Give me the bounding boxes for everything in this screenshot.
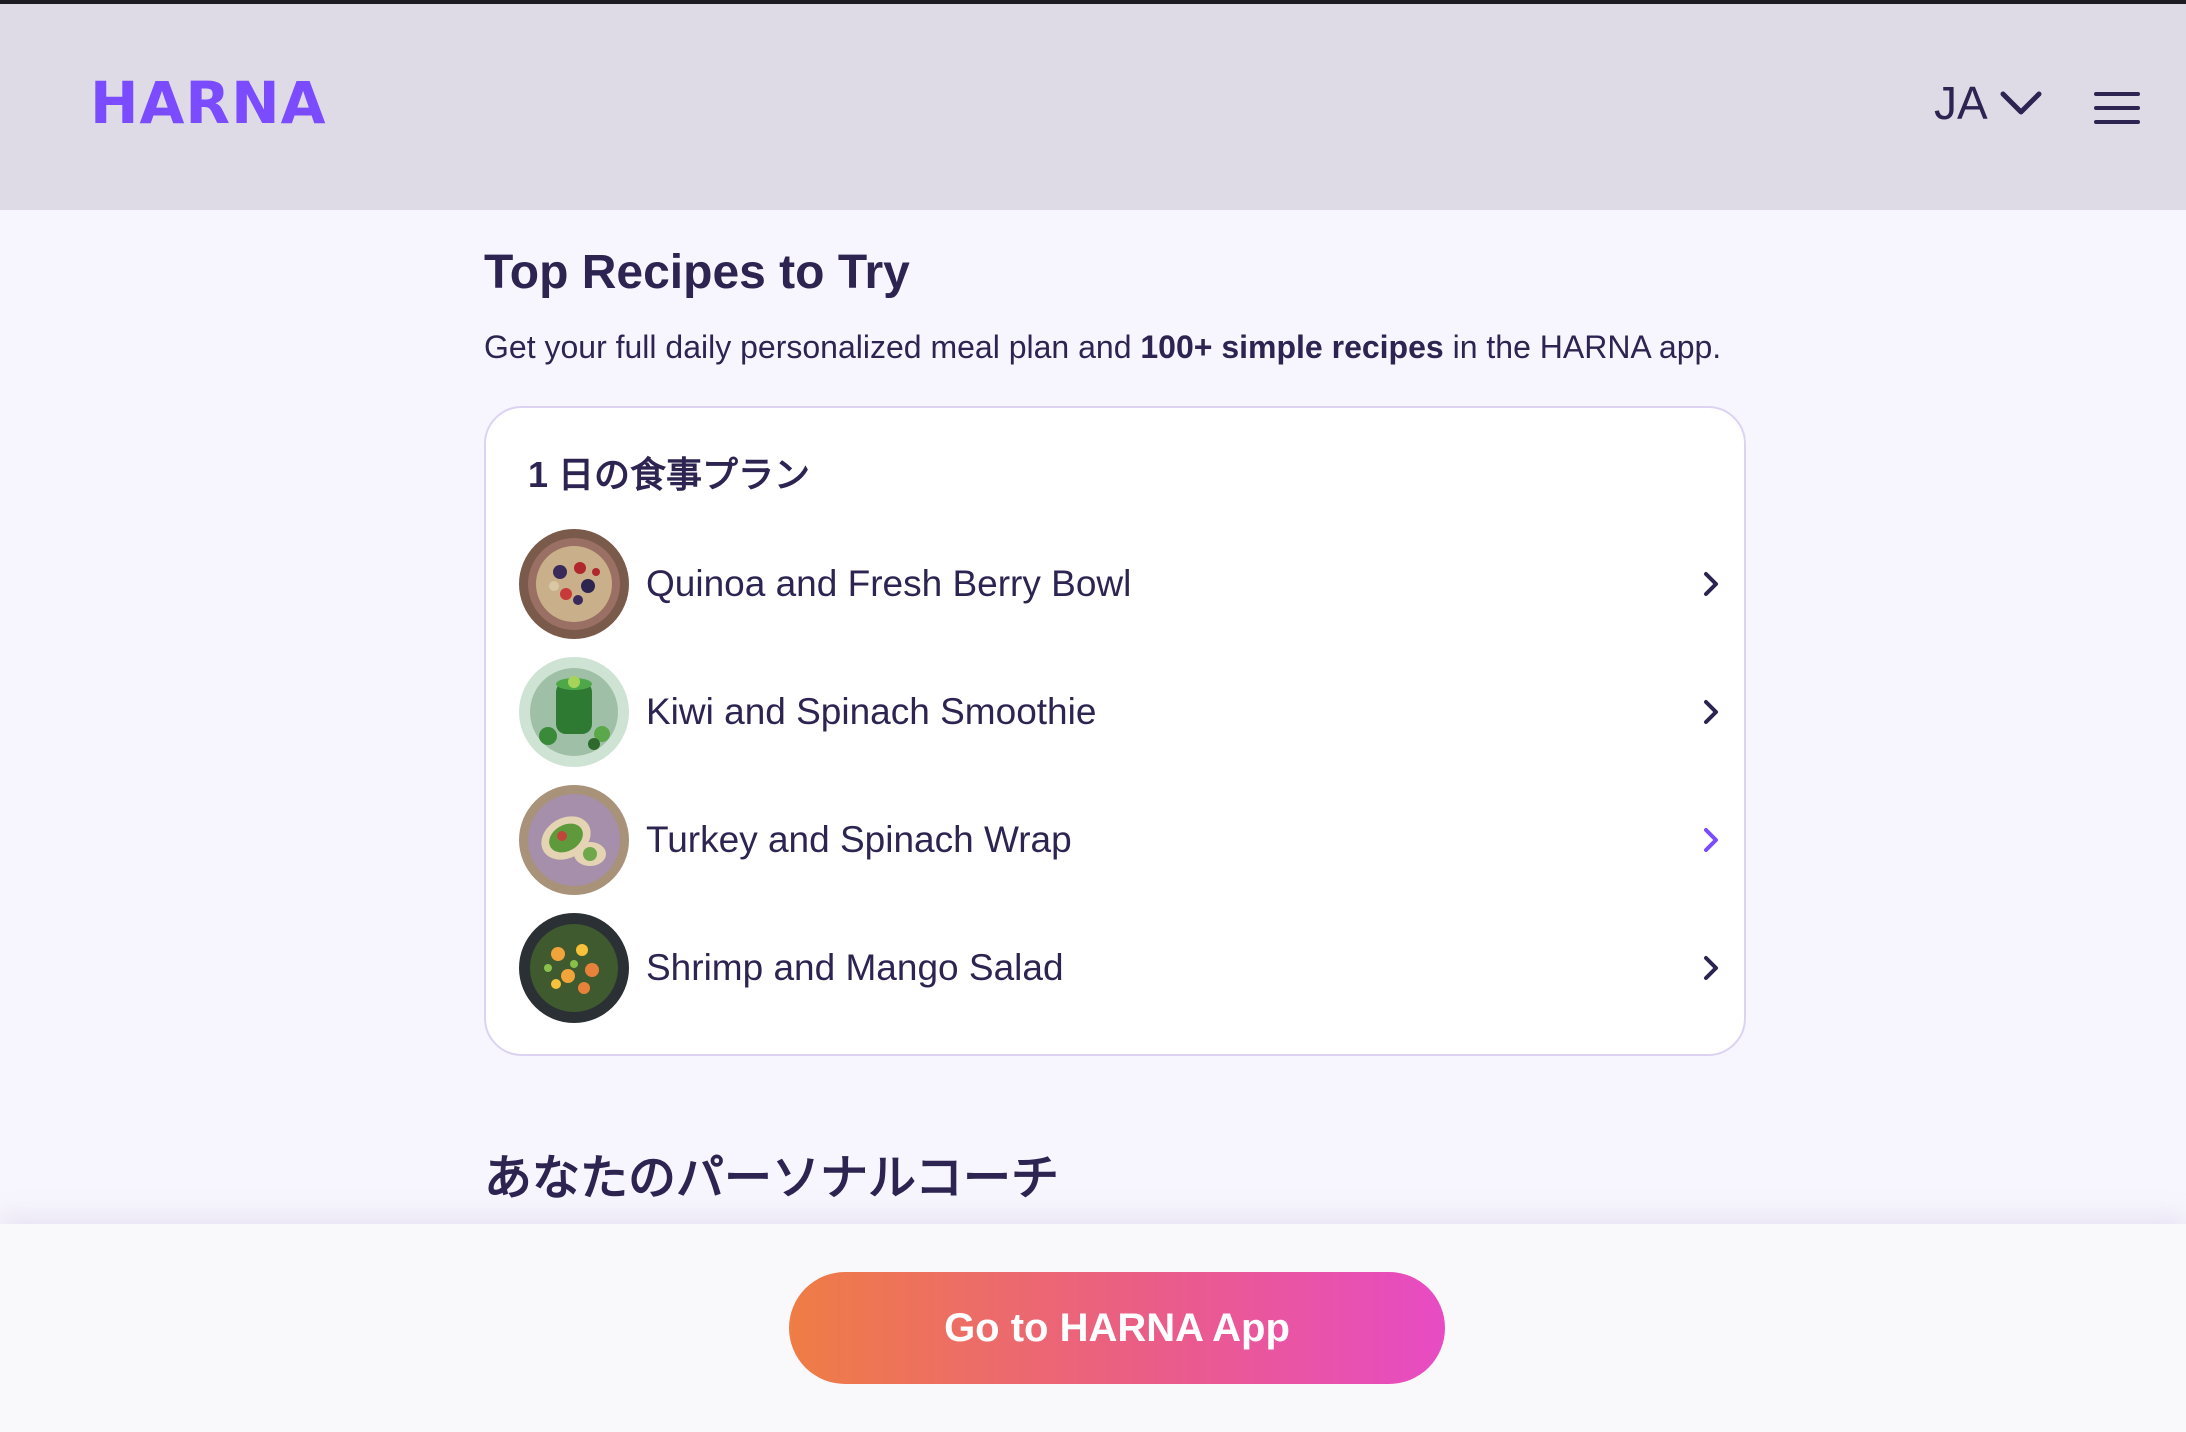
kiwi-spinach-smoothie-photo-icon (519, 656, 629, 767)
recipe-name: Quinoa and Fresh Berry Bowl (646, 562, 1132, 604)
meal-plan-title: 1 日の食事プラン (528, 453, 811, 495)
hamburger-menu-icon (2094, 92, 2140, 124)
site-header: HARNA JA (0, 4, 2186, 210)
section-title: Top Recipes to Try (484, 246, 910, 299)
chevron-right-icon (1704, 571, 1718, 596)
language-label: JA (1934, 77, 1988, 129)
chevron-right-icon (1704, 955, 1718, 980)
main-content: Top Recipes to Try Get your full daily p… (484, 244, 1750, 1056)
go-to-app-button[interactable]: Go to HARNA App (789, 1272, 1445, 1384)
chevron-right-icon (1704, 827, 1718, 852)
intro-text-highlight: 100+ simple recipes (1140, 328, 1444, 365)
chevron-down-icon (2000, 91, 2042, 115)
recipe-item-shrimp-mango-salad[interactable]: Shrimp and Mango Salad (518, 910, 1728, 1026)
recipe-name: Kiwi and Spinach Smoothie (646, 690, 1097, 732)
recipe-item-kiwi-spinach-smoothie[interactable]: Kiwi and Spinach Smoothie (518, 654, 1728, 770)
recipe-name: Turkey and Spinach Wrap (646, 818, 1072, 860)
chevron-right-icon (1704, 699, 1718, 724)
harna-logo[interactable]: HARNA (90, 74, 327, 132)
recipe-name: Shrimp and Mango Salad (646, 946, 1064, 988)
intro-text-start: Get your full daily personalized meal pl… (484, 328, 1141, 365)
hamburger-menu-button[interactable] (2094, 92, 2140, 129)
intro-text: Get your full daily personalized meal pl… (484, 324, 1744, 370)
meal-plan-card: 1 日の食事プラン Quinoa and Fresh Berry Bowl Ki… (484, 405, 1746, 1056)
recipe-item-quinoa-berry-bowl[interactable]: Quinoa and Fresh Berry Bowl (518, 526, 1728, 642)
language-selector[interactable]: JA (1934, 80, 2042, 126)
quinoa-berry-bowl-photo-icon (519, 528, 629, 639)
shrimp-mango-salad-photo-icon (519, 912, 629, 1023)
recipe-item-turkey-spinach-wrap[interactable]: Turkey and Spinach Wrap (518, 782, 1728, 898)
turkey-spinach-wrap-photo-icon (519, 784, 629, 895)
intro-text-end: in the HARNA app. (1443, 328, 1722, 365)
personal-coach-title: あなたのパーソナルコーチ (484, 1152, 1060, 1205)
